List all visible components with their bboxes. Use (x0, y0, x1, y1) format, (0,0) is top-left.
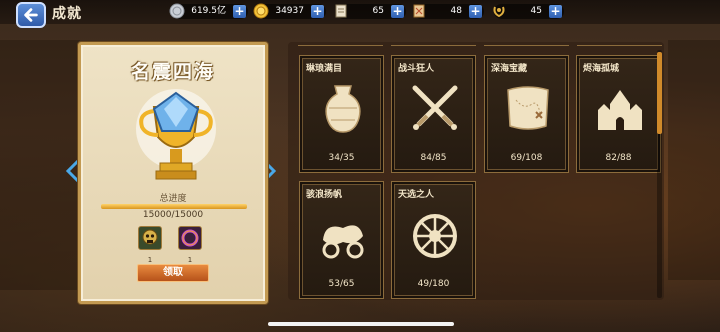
card-title: 天选之人 (398, 190, 435, 200)
add-laurel-button[interactable]: + (549, 5, 562, 18)
map-icon (410, 2, 428, 20)
card-count: 34/35 (328, 153, 355, 163)
reward-item[interactable] (178, 226, 202, 250)
resource-scroll: 65 + (335, 4, 406, 19)
card-title: 骇浪扬帆 (306, 190, 343, 200)
skull-badge-icon (142, 229, 158, 245)
resource-map: 48 + (413, 4, 484, 19)
card-title: 琳琅满目 (306, 64, 343, 74)
map-value: 48 (450, 6, 462, 16)
scroll-icon (332, 2, 350, 20)
card-top-strip (577, 40, 662, 46)
diamond-trophy-icon (136, 89, 216, 180)
achievement-card[interactable]: 战斗狂人 84/85 (391, 55, 476, 173)
progress-label: 总进度 (159, 194, 187, 204)
cannon-icon (322, 225, 364, 259)
ship-wheel-icon (413, 214, 457, 258)
silver-coin-icon (168, 2, 186, 20)
vase-icon (325, 85, 361, 133)
card-count: 84/85 (420, 153, 447, 163)
laurel-icon (490, 2, 508, 20)
achievement-card[interactable]: 骇浪扬帆 53/65 (299, 181, 384, 299)
gold-coin-icon (252, 2, 270, 20)
treasure-map-icon (507, 86, 549, 130)
card-count: 69/108 (510, 153, 543, 163)
card-count: 53/65 (328, 279, 355, 289)
reward-item[interactable] (138, 226, 162, 250)
back-arrow-icon (24, 8, 38, 22)
achievement-card[interactable]: 天选之人 49/180 (391, 181, 476, 299)
resource-laurel: 45 + (493, 4, 564, 19)
scrollbar[interactable] (657, 50, 662, 298)
achievement-detail-panel: 名震四海 总进度 15000/15000 1 1 领取 (78, 42, 268, 304)
scroll-value: 65 (372, 6, 384, 16)
card-title: 战斗狂人 (398, 64, 435, 74)
crossed-swords-icon (412, 85, 458, 130)
progress-bar-fill (101, 204, 247, 209)
laurel-value: 45 (530, 6, 542, 16)
add-gold-button[interactable]: + (311, 5, 324, 18)
achievement-card[interactable]: 琳琅满目 34/35 (299, 55, 384, 173)
reward-count: 1 (187, 256, 193, 264)
achievement-card[interactable]: 深海宝藏 69/108 (484, 55, 569, 173)
scroll-thumb[interactable] (657, 52, 662, 134)
home-indicator[interactable] (268, 322, 454, 326)
gold-value: 34937 (275, 6, 304, 16)
castle-icon (598, 90, 642, 130)
add-scroll-button[interactable]: + (391, 5, 404, 18)
resource-silver: 619.5亿 + (169, 3, 248, 19)
card-top-strip (391, 40, 476, 46)
detail-title: 名震四海 (130, 61, 215, 83)
add-silver-button[interactable]: + (233, 5, 246, 18)
progress-bar (101, 204, 247, 209)
card-top-strip (484, 40, 569, 46)
card-count: 82/88 (605, 153, 632, 163)
card-title: 烬海孤城 (583, 64, 620, 74)
back-button[interactable] (16, 2, 46, 28)
card-title: 深海宝藏 (491, 64, 528, 74)
background-shelf (668, 40, 720, 280)
add-map-button[interactable]: + (469, 5, 482, 18)
reward-count: 1 (147, 256, 153, 264)
page-title: 成就 (52, 6, 82, 22)
resource-gold: 34937 + (253, 3, 326, 19)
claim-button[interactable]: 领取 (137, 264, 209, 282)
silver-value: 619.5亿 (191, 6, 226, 16)
purple-ring-icon (181, 229, 199, 247)
progress-text: 15000/15000 (142, 210, 204, 220)
card-top-strip (298, 40, 383, 46)
card-count: 49/180 (417, 279, 450, 289)
achievement-card[interactable]: 烬海孤城 82/88 (576, 55, 661, 173)
